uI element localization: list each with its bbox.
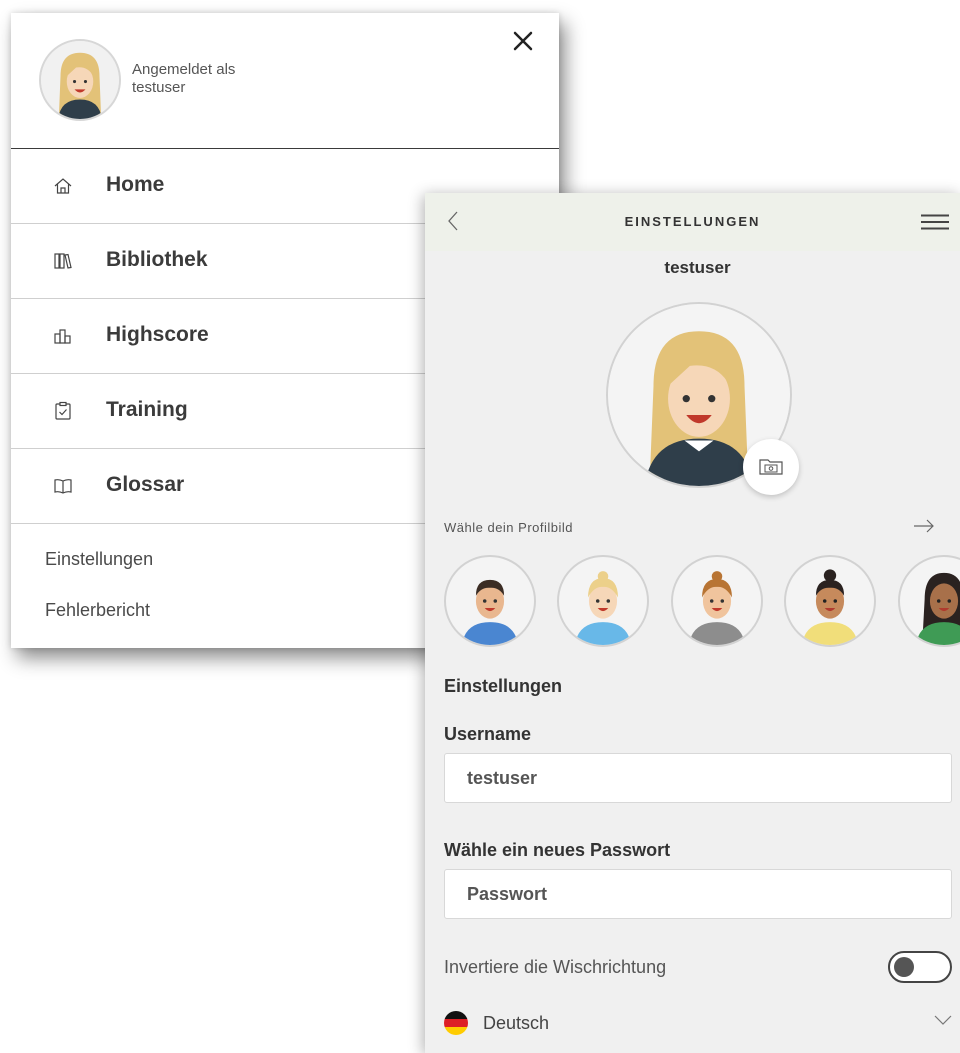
avatar-option-1[interactable]: [444, 555, 536, 647]
arrow-right-icon[interactable]: [913, 518, 935, 534]
photo-folder-icon: [759, 459, 783, 475]
password-label: Wähle ein neues Passwort: [444, 840, 671, 860]
invert-swipe-label: Invertiere die Wischrichtung: [444, 957, 667, 977]
logged-in-label: Angemeldet als: [132, 61, 236, 78]
settings-section-title: Einstellungen: [444, 676, 563, 696]
menu-item-label: Training: [106, 398, 188, 421]
avatar-option-4[interactable]: [784, 555, 876, 647]
menu-item-label: Bibliothek: [106, 248, 208, 271]
avatar-option-5[interactable]: [898, 555, 960, 647]
book-open-icon: [54, 479, 72, 494]
hamburger-menu-icon[interactable]: [921, 214, 949, 230]
menu-link-fehlerbericht[interactable]: Fehlerbericht: [45, 600, 150, 621]
username-input-value: testuser: [467, 768, 538, 788]
user-avatar: [39, 39, 121, 121]
menu-item-label: Highscore: [106, 323, 209, 346]
training-clipboard-icon: [55, 401, 71, 420]
choose-avatar-label: Wähle dein Profilbild: [444, 520, 574, 535]
settings-panel: EINSTELLUNGEN testuser Wähle dein Profil…: [425, 193, 960, 1053]
password-input[interactable]: Passwort: [444, 869, 952, 919]
username-input[interactable]: testuser: [444, 753, 952, 803]
avatar-option-2[interactable]: [557, 555, 649, 647]
chevron-down-icon[interactable]: [933, 1013, 953, 1027]
close-icon[interactable]: [511, 29, 535, 53]
password-input-placeholder: Passwort: [467, 884, 548, 904]
library-icon: [54, 253, 72, 269]
change-photo-button[interactable]: [743, 439, 799, 495]
invert-swipe-toggle[interactable]: [888, 951, 952, 983]
settings-topbar: EINSTELLUNGEN: [425, 193, 960, 251]
page-title: EINSTELLUNGEN: [624, 214, 761, 229]
logged-in-info: Angemeldet als testuser: [132, 61, 235, 97]
home-icon: [54, 178, 72, 194]
toggle-knob: [894, 957, 914, 977]
username-label: Username: [444, 724, 532, 744]
avatar-option-3[interactable]: [671, 555, 763, 647]
menu-item-label: Glossar: [106, 473, 185, 496]
menu-header: Angemeldet als testuser: [11, 13, 559, 149]
german-flag-icon: [444, 1011, 468, 1035]
menu-item-label: Home: [106, 173, 165, 196]
language-value: Deutsch: [483, 1013, 550, 1033]
menu-link-einstellungen[interactable]: Einstellungen: [45, 549, 153, 570]
profile-username: testuser: [664, 258, 731, 277]
highscore-icon: [54, 329, 71, 344]
logged-in-username: testuser: [132, 79, 186, 96]
